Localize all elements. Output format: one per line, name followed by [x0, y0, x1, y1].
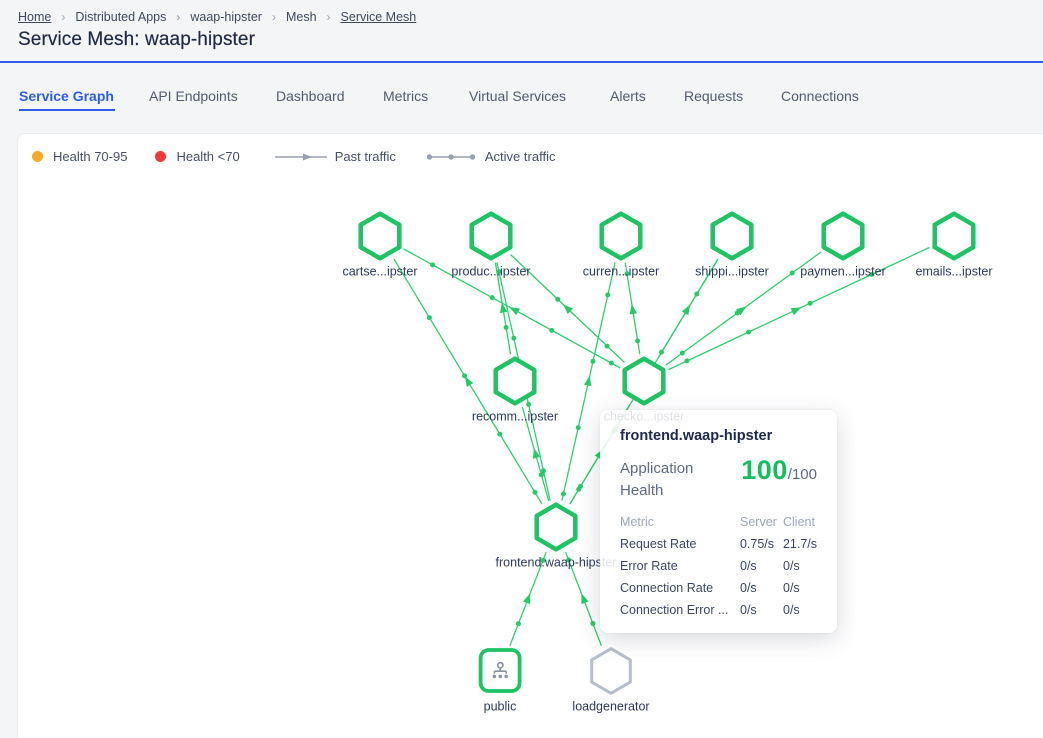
svg-text:recomm...ipster: recomm...ipster: [472, 410, 558, 424]
svg-text:public: public: [484, 700, 517, 714]
svg-text:paymen...ipster: paymen...ipster: [800, 265, 885, 279]
svg-text:loadgenerator: loadgenerator: [572, 700, 649, 714]
svg-text:emails...ipster: emails...ipster: [915, 265, 992, 279]
svg-text:frontend.waap-hipster: frontend.waap-hipster: [496, 556, 617, 570]
svg-text:curren...ipster: curren...ipster: [583, 265, 659, 279]
svg-text:produc...ipster: produc...ipster: [451, 265, 530, 279]
svg-text:shippi...ipster: shippi...ipster: [695, 265, 769, 279]
svg-text:cartse...ipster: cartse...ipster: [342, 265, 417, 279]
